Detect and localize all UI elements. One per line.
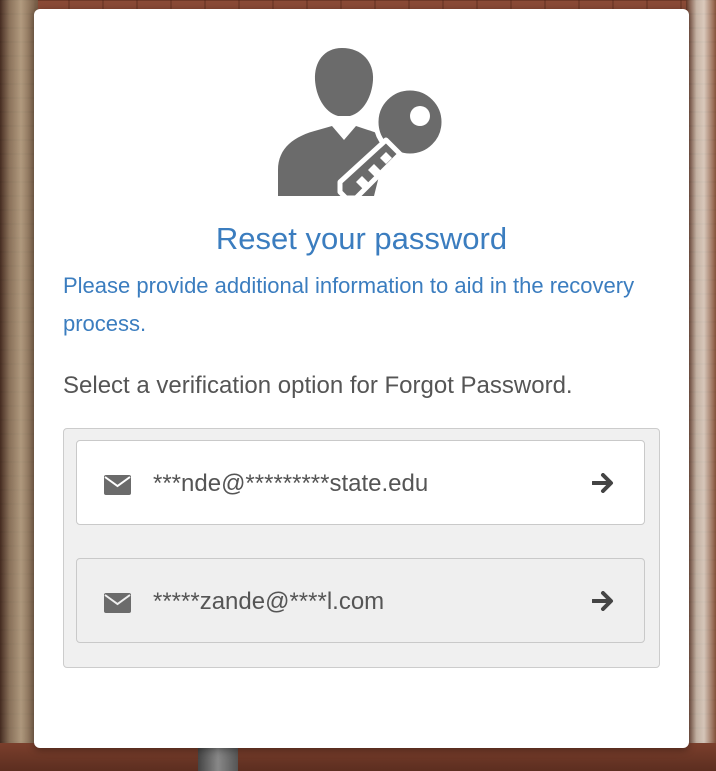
background-post xyxy=(198,745,238,771)
verification-option-email-1[interactable]: ***nde@*********state.edu xyxy=(76,440,645,525)
page-title: Reset your password xyxy=(215,221,508,256)
background-left-pillar xyxy=(0,0,38,771)
reset-password-card: Reset your password Please provide addit… xyxy=(34,9,689,748)
page-subtitle: Please provide additional information to… xyxy=(63,273,635,336)
arrow-right-icon xyxy=(592,591,613,611)
envelope-icon xyxy=(104,593,131,613)
user-key-icon xyxy=(278,48,446,201)
arrow-right-icon xyxy=(592,473,613,493)
verification-options-panel: ***nde@*********state.edu *****zande@***… xyxy=(63,428,660,668)
envelope-icon xyxy=(104,475,131,495)
verification-option-email-2[interactable]: *****zande@****l.com xyxy=(76,558,645,643)
verification-instruction: Select a verification option for Forgot … xyxy=(63,372,573,399)
option-email-label: *****zande@****l.com xyxy=(153,588,385,615)
option-email-label: ***nde@*********state.edu xyxy=(153,470,429,497)
background-right-frame xyxy=(686,0,716,771)
